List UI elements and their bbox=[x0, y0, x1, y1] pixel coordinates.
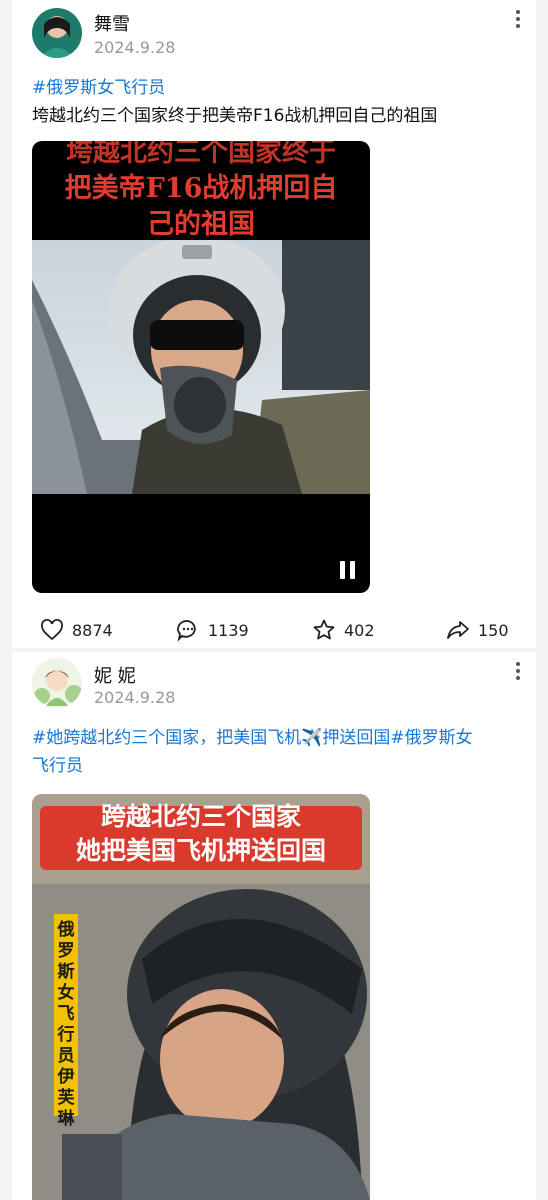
share-icon bbox=[447, 621, 469, 639]
post-date: 2024.9.28 bbox=[94, 38, 176, 57]
like-button[interactable]: 8874 bbox=[40, 615, 113, 645]
action-bar: 8874 1139 402 150 bbox=[12, 615, 536, 645]
more-vertical-icon[interactable] bbox=[508, 10, 528, 34]
star-icon bbox=[313, 619, 335, 640]
more-vertical-icon[interactable] bbox=[508, 662, 528, 686]
video-title-line: 垮越北约三个国家终于 bbox=[66, 141, 336, 168]
author-name[interactable]: 舞雪 bbox=[94, 10, 130, 36]
hashtag-link[interactable]: #她跨越北约三个国家，把美国飞机 bbox=[32, 728, 301, 748]
side-label: 俄罗斯女飞行员伊芙琳 bbox=[54, 914, 78, 1129]
hashtag-link[interactable]: 飞行员 bbox=[32, 756, 83, 776]
post-card: 妮 妮 2024.9.28 #她跨越北约三个国家，把美国飞机✈️押送回国#俄罗斯… bbox=[12, 652, 536, 1200]
author-name[interactable]: 妮 妮 bbox=[94, 662, 136, 688]
avatar[interactable] bbox=[32, 658, 82, 708]
favorite-button[interactable]: 402 bbox=[312, 615, 375, 645]
post-image[interactable]: 跨越北约三个国家 她把美国飞机押送回国 俄罗斯女飞行员伊芙琳 bbox=[32, 794, 370, 1200]
post-caption: 垮越北约三个国家终于把美帝F16战机押回自己的祖国 bbox=[32, 106, 438, 126]
hashtag-link[interactable]: #俄罗斯女飞行员 bbox=[32, 74, 527, 102]
avatar[interactable] bbox=[32, 8, 82, 58]
like-count: 8874 bbox=[72, 620, 113, 640]
post-text: #她跨越北约三个国家，把美国飞机✈️押送回国#俄罗斯女 飞行员 bbox=[32, 724, 527, 780]
comment-icon bbox=[177, 620, 196, 642]
share-count: 150 bbox=[478, 620, 509, 640]
hashtag-link[interactable]: 押送回国#俄罗斯女 bbox=[322, 728, 472, 748]
pause-icon[interactable] bbox=[340, 561, 356, 579]
airplane-emoji: ✈️ bbox=[301, 728, 323, 748]
favorite-count: 402 bbox=[344, 620, 375, 640]
comment-button[interactable]: 1139 bbox=[176, 615, 249, 645]
video-player[interactable]: 垮越北约三个国家终于 把美帝F16战机押回自 己的祖国 bbox=[32, 141, 370, 593]
heart-icon bbox=[41, 619, 63, 641]
post-card: 舞雪 2024.9.28 #俄罗斯女飞行员 垮越北约三个国家终于把美帝F16战机… bbox=[12, 0, 536, 648]
comment-count: 1139 bbox=[208, 620, 249, 640]
video-title-line: 把美帝F16战机押回自 bbox=[64, 173, 338, 204]
image-title-line: 她把美国飞机押送回国 bbox=[75, 836, 326, 865]
share-button[interactable]: 150 bbox=[446, 615, 509, 645]
post-date: 2024.9.28 bbox=[94, 688, 176, 707]
video-title-line: 己的祖国 bbox=[147, 209, 255, 240]
image-title-line: 跨越北约三个国家 bbox=[100, 802, 301, 831]
video-frame bbox=[32, 236, 370, 494]
